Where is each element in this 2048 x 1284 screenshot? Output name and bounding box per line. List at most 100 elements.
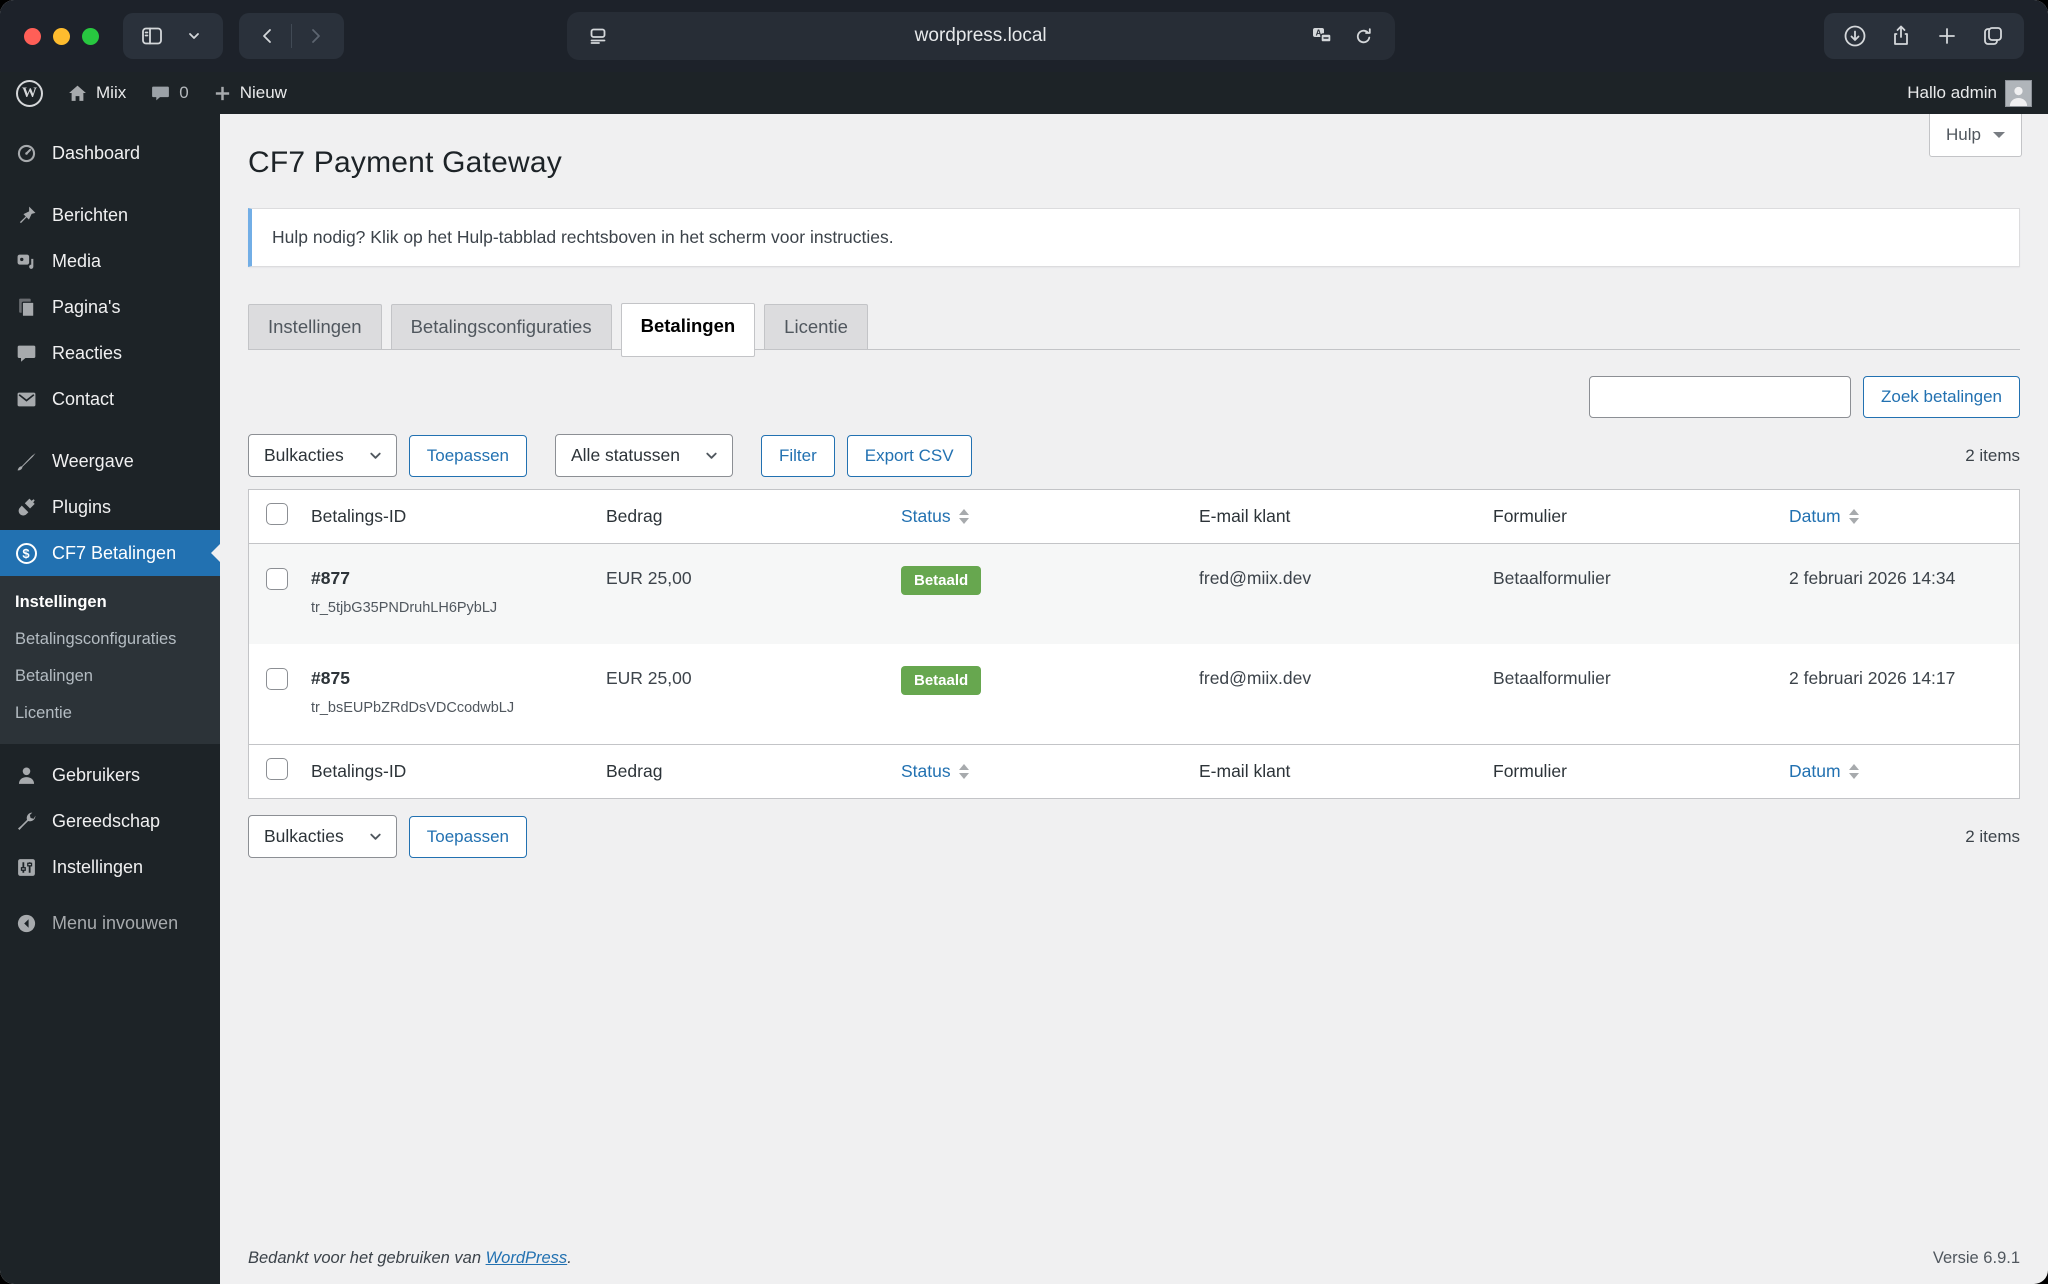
status-filter-select[interactable]: Alle statussen bbox=[555, 434, 733, 477]
back-button[interactable] bbox=[249, 17, 287, 55]
sidebar-item-dashboard[interactable]: Dashboard bbox=[0, 130, 220, 176]
column-header-amount: Bedrag bbox=[606, 490, 901, 544]
form-name: Betaalformulier bbox=[1493, 668, 1611, 688]
status-badge: Betaald bbox=[901, 566, 982, 595]
items-count-bottom: 2 items bbox=[1965, 826, 2020, 846]
zoom-window-button[interactable] bbox=[82, 27, 99, 45]
submenu-item-licentie[interactable]: Licentie bbox=[0, 695, 220, 732]
payments-dollar-icon: $ bbox=[14, 541, 38, 565]
sidebar-item-media[interactable]: Media bbox=[0, 238, 220, 284]
column-header-form: Formulier bbox=[1493, 744, 1789, 798]
new-label: Nieuw bbox=[239, 83, 287, 102]
apply-button[interactable]: Toepassen bbox=[408, 434, 527, 477]
submenu-item-betalingsconfiguraties[interactable]: Betalingsconfiguraties bbox=[0, 621, 220, 658]
submenu-item-betalingen[interactable]: Betalingen bbox=[0, 658, 220, 695]
export-csv-button[interactable]: Export CSV bbox=[846, 434, 972, 477]
sidebar-item-gereedschap[interactable]: Gereedschap bbox=[0, 798, 220, 844]
account-menu[interactable]: Hallo admin bbox=[1907, 79, 2032, 107]
collapse-menu-label: Menu invouwen bbox=[52, 912, 179, 933]
sidebar-item-plugins[interactable]: Plugins bbox=[0, 484, 220, 530]
pushpin-icon bbox=[14, 203, 38, 227]
tab-betalingen[interactable]: Betalingen bbox=[620, 303, 756, 357]
forward-button[interactable] bbox=[296, 17, 334, 55]
sidebar-item-berichten[interactable]: Berichten bbox=[0, 192, 220, 238]
url-text: wordpress.local bbox=[914, 25, 1047, 46]
payment-date: 2 februari 2026 14:34 bbox=[1789, 568, 1956, 588]
collapse-menu-button[interactable]: Menu invouwen bbox=[0, 900, 220, 946]
close-window-button[interactable] bbox=[24, 27, 41, 45]
select-all-checkbox[interactable] bbox=[266, 758, 288, 780]
sidebar-item-contact[interactable]: Contact bbox=[0, 376, 220, 422]
nav-tabs: Instellingen Betalingsconfiguraties Beta… bbox=[248, 303, 2020, 357]
table-row: #877 tr_5tjbG35PNDruhLH6PybLJ EUR 25,00 B… bbox=[249, 543, 2019, 644]
tab-licentie[interactable]: Licentie bbox=[764, 304, 868, 349]
tab-instellingen[interactable]: Instellingen bbox=[248, 304, 382, 349]
wp-logo-icon[interactable]: W bbox=[16, 79, 43, 107]
translate-icon[interactable]: A bbox=[1303, 17, 1341, 55]
column-header-form: Formulier bbox=[1493, 490, 1789, 544]
sidebar-item-cf7-betalingen[interactable]: $ CF7 Betalingen bbox=[0, 530, 220, 576]
payment-amount: EUR 25,00 bbox=[606, 668, 692, 688]
customer-email: fred@miix.dev bbox=[1199, 668, 1312, 688]
payment-date: 2 februari 2026 14:17 bbox=[1789, 668, 1956, 688]
sidebar-item-label: Gebruikers bbox=[52, 764, 141, 785]
column-header-status-sort[interactable]: Status bbox=[901, 761, 969, 782]
comments-menu[interactable]: 0 bbox=[150, 83, 189, 104]
sidebar-item-label: Gereedschap bbox=[52, 810, 161, 831]
table-header-row: Betalings-ID Bedrag Status E-mail klant … bbox=[249, 490, 2019, 544]
sidebar-item-instellingen[interactable]: Instellingen bbox=[0, 844, 220, 890]
sidebar-item-reacties[interactable]: Reacties bbox=[0, 330, 220, 376]
column-header-amount: Bedrag bbox=[606, 744, 901, 798]
sidebar-item-label: Weergave bbox=[52, 450, 134, 471]
filter-button[interactable]: Filter bbox=[760, 434, 835, 477]
new-content-menu[interactable]: Nieuw bbox=[213, 83, 287, 103]
sidebar-item-label: Instellingen bbox=[52, 856, 144, 877]
apply-button-bottom[interactable]: Toepassen bbox=[408, 815, 527, 858]
admin-sidebar: Dashboard Berichten Media Pagina's React… bbox=[0, 114, 220, 1284]
share-icon[interactable] bbox=[1880, 17, 1922, 55]
column-header-id: Betalings-ID bbox=[311, 490, 606, 544]
row-checkbox[interactable] bbox=[266, 568, 288, 590]
bulk-actions-select[interactable]: Bulkacties bbox=[248, 434, 397, 477]
tab-overview-icon[interactable] bbox=[1972, 17, 2014, 55]
search-payments-button[interactable]: Zoek betalingen bbox=[1863, 376, 2020, 418]
tab-betalingsconfiguraties[interactable]: Betalingsconfiguraties bbox=[390, 304, 612, 349]
media-icon bbox=[14, 249, 38, 273]
browser-sidebar-icon[interactable] bbox=[133, 17, 171, 55]
list-toolbar-top: Bulkacties Toepassen Alle statussen Filt… bbox=[248, 434, 2020, 477]
sidebar-chevron-down-icon[interactable] bbox=[175, 17, 213, 55]
address-bar[interactable]: wordpress.local A bbox=[566, 12, 1395, 60]
footer-thanks: Bedankt voor het gebruiken van WordPress… bbox=[248, 1249, 572, 1267]
user-icon bbox=[14, 763, 38, 787]
reload-icon[interactable] bbox=[1345, 17, 1383, 55]
site-menu[interactable]: Miix bbox=[67, 83, 126, 104]
comment-icon bbox=[14, 341, 38, 365]
sidebar-item-label: Plugins bbox=[52, 496, 112, 517]
column-header-status-sort[interactable]: Status bbox=[901, 506, 969, 527]
notice-text: Hulp nodig? Klik op het Hulp-tabblad rec… bbox=[272, 227, 894, 247]
search-input[interactable] bbox=[1589, 376, 1852, 418]
wordpress-link[interactable]: WordPress bbox=[486, 1249, 568, 1267]
downloads-icon[interactable] bbox=[1834, 17, 1876, 55]
sidebar-item-weergave[interactable]: Weergave bbox=[0, 438, 220, 484]
list-toolbar-bottom: Bulkacties Toepassen 2 items bbox=[248, 815, 2020, 858]
new-tab-icon[interactable] bbox=[1926, 17, 1968, 55]
sidebar-item-gebruikers[interactable]: Gebruikers bbox=[0, 752, 220, 798]
column-header-date-sort[interactable]: Datum bbox=[1789, 761, 1859, 782]
settings-sliders-icon bbox=[14, 855, 38, 879]
browser-window: wordpress.local A W Miix 0 Nieuw Hallo a… bbox=[0, 0, 2048, 1284]
sidebar-item-label: Berichten bbox=[52, 204, 129, 225]
info-notice: Hulp nodig? Klik op het Hulp-tabblad rec… bbox=[248, 208, 2020, 267]
bulk-actions-select-bottom[interactable]: Bulkacties bbox=[248, 815, 397, 858]
column-header-date-sort[interactable]: Datum bbox=[1789, 506, 1859, 527]
submenu-item-instellingen[interactable]: Instellingen bbox=[0, 584, 220, 621]
minimize-window-button[interactable] bbox=[53, 27, 70, 45]
sidebar-item-paginas[interactable]: Pagina's bbox=[0, 284, 220, 330]
select-all-checkbox[interactable] bbox=[266, 503, 288, 525]
row-checkbox[interactable] bbox=[266, 668, 288, 690]
admin-footer: Bedankt voor het gebruiken van WordPress… bbox=[248, 1229, 2020, 1284]
sidebar-item-label: Media bbox=[52, 250, 102, 271]
help-tab-button[interactable]: Hulp bbox=[1929, 114, 2022, 157]
avatar bbox=[2005, 79, 2032, 107]
home-icon bbox=[67, 83, 88, 104]
